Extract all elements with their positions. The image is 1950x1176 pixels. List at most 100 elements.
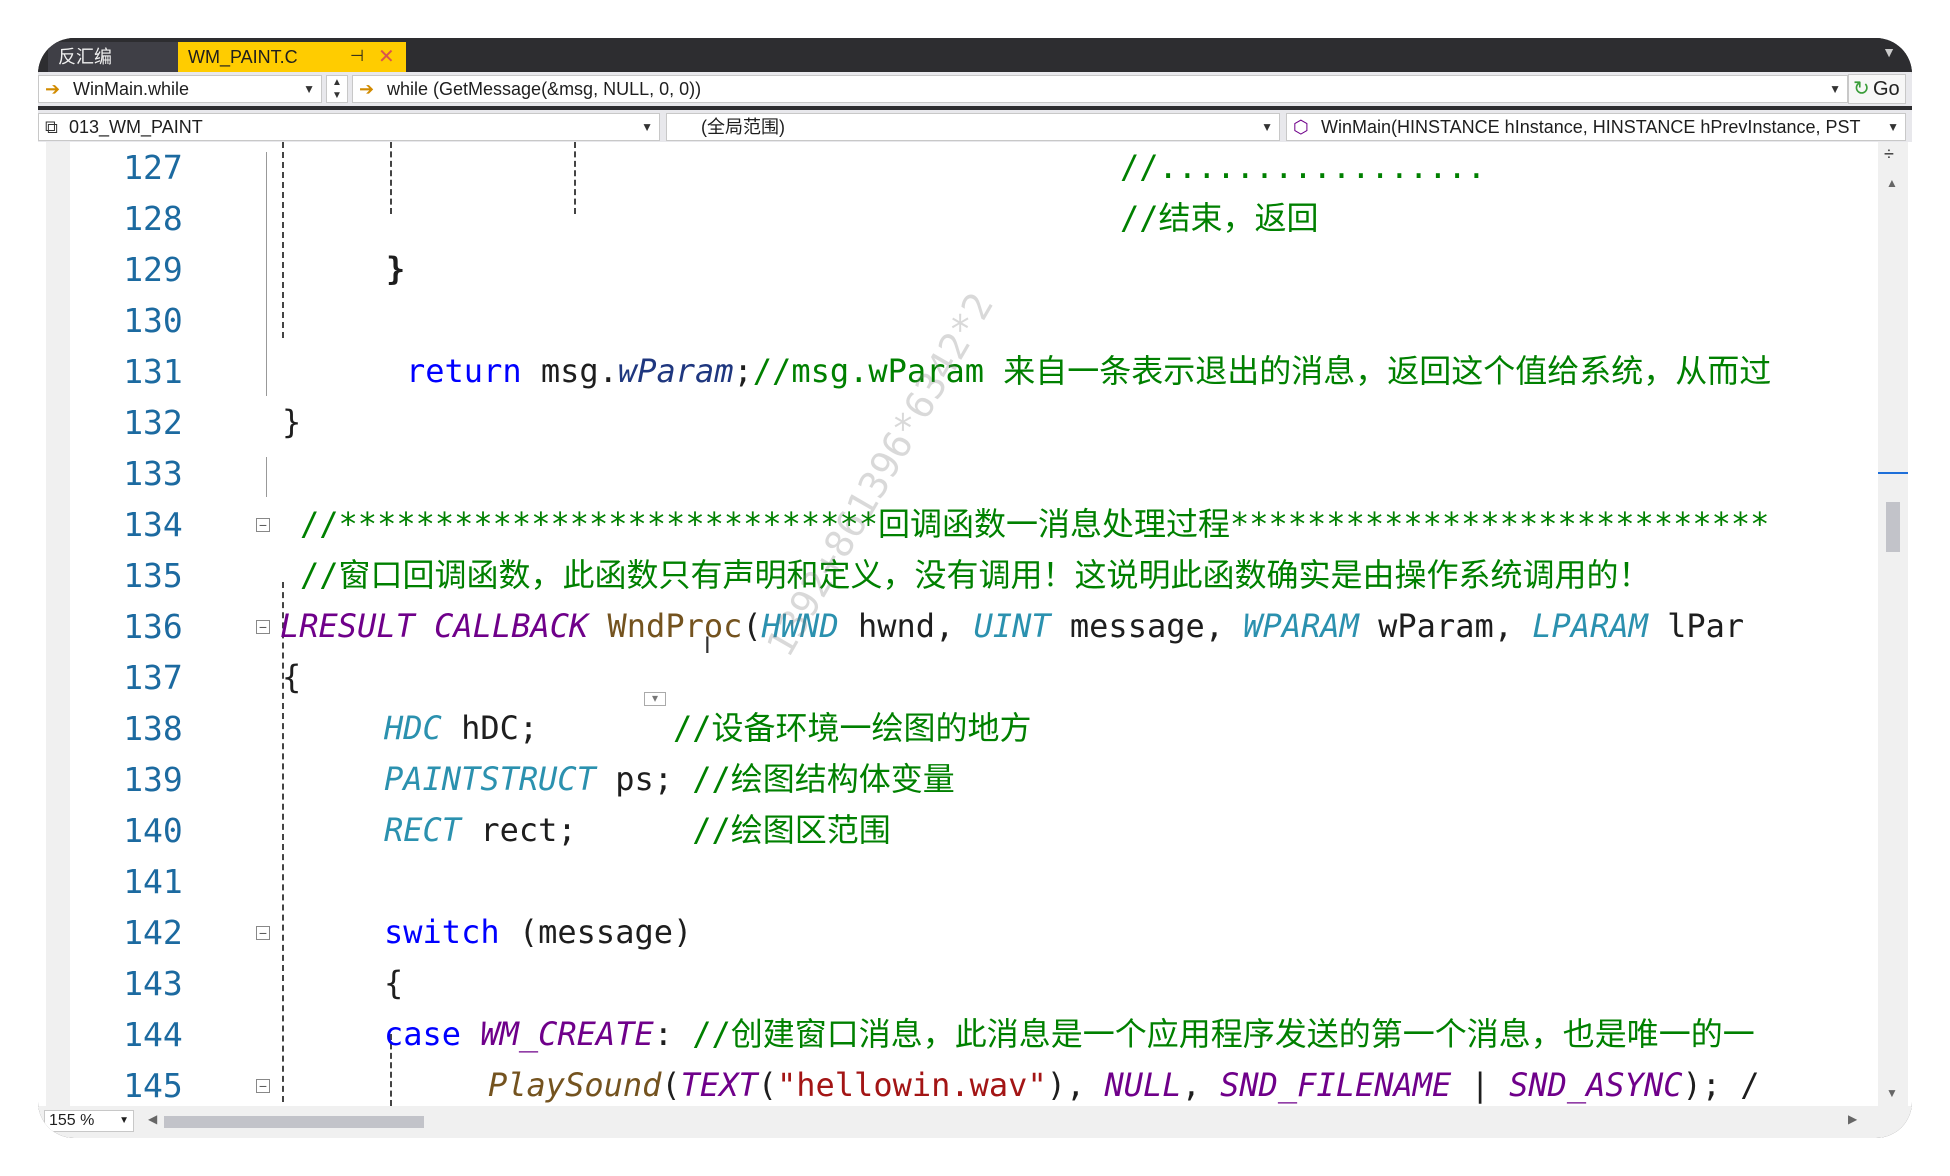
statement-dropdown[interactable]: ➔ while (GetMessage(&msg, NULL, 0, 0)) ▼ (352, 75, 1848, 103)
scroll-right-icon[interactable]: ▶ (1848, 1112, 1857, 1126)
tab-label: WM_PAINT.C (188, 47, 298, 67)
code-text: RECT rect; //绘图区范围 (384, 805, 891, 856)
punctuation: , (1181, 1066, 1221, 1104)
horizontal-scroll-thumb[interactable] (164, 1116, 424, 1128)
go-arrow-icon: ↻ (1853, 78, 1870, 100)
code-line: 134 − //****************************回调函数… (38, 499, 1878, 550)
line-number: 127 (123, 148, 183, 187)
code-text: HDC hDC; //设备环境一绘图的地方 (384, 703, 1032, 754)
line-number: 134 (123, 505, 183, 544)
code-text: PAINTSTRUCT ps; //绘图结构体变量 (384, 754, 955, 805)
macro: SND_FILENAME (1220, 1066, 1452, 1104)
identifier: ps; (595, 760, 693, 798)
code-line: 143 { (38, 958, 1878, 1009)
chevron-down-icon: ▼ (1887, 120, 1899, 134)
code-line: 137 { (38, 652, 1878, 703)
identifier: hDC; (441, 709, 673, 747)
type-name: HDC (384, 709, 442, 747)
project-dropdown[interactable]: ⧉ 013_WM_PAINT ▼ (38, 113, 660, 141)
code-line: 142 − switch (message) (38, 907, 1878, 958)
project-value: 013_WM_PAINT (69, 117, 203, 137)
range-dropdown[interactable]: (全局范围) ▼ (666, 113, 1280, 141)
line-number: 138 (123, 709, 183, 748)
function-dropdown[interactable]: ⬡ WinMain(HINSTANCE hInstance, HINSTANCE… (1286, 113, 1906, 141)
type-name: WPARAM (1243, 607, 1359, 645)
identifier: rect; (461, 811, 693, 849)
identifier: msg. (521, 352, 618, 390)
vertical-scroll-thumb[interactable] (1886, 502, 1900, 552)
line-number: 144 (123, 1015, 183, 1054)
zoom-value: 155 % (49, 1112, 95, 1129)
line-number: 139 (123, 760, 183, 799)
editor-status-bar: 155 % ▼ ◀ ▶ (38, 1106, 1912, 1138)
comment: //绘图结构体变量 (692, 760, 955, 798)
arrow-right-icon: ➔ (45, 79, 61, 99)
parameter: message, (1050, 607, 1244, 645)
punctuation: ( (757, 1066, 777, 1104)
tab-wm-paint-c[interactable]: WM_PAINT.C ⊣ ✕ (178, 42, 406, 72)
go-button[interactable]: ↻ Go (1848, 74, 1906, 104)
code-line: 133 (38, 448, 1878, 499)
code-line: 139 PAINTSTRUCT ps; //绘图结构体变量 (38, 754, 1878, 805)
keyword: case (384, 1015, 462, 1053)
line-number: 142 (123, 913, 183, 952)
line-number: 131 (123, 352, 183, 391)
statement-value: while (GetMessage(&msg, NULL, 0, 0)) (387, 79, 702, 99)
line-number: 132 (123, 403, 183, 442)
navigation-bar-top: ➔ WinMain.while ▼ ▲ ▼ ➔ while (GetMessage… (38, 72, 1912, 106)
macro: WM_CREATE (461, 1015, 654, 1053)
type-name: LRESULT (280, 607, 415, 645)
scroll-down-icon[interactable]: ▼ (1886, 1086, 1898, 1100)
caret-position-marker (1878, 472, 1908, 474)
type-name: LPARAM (1532, 607, 1648, 645)
collapse-icon[interactable]: − (256, 620, 270, 634)
identifier: (message) (499, 913, 693, 951)
opening-brace: { (384, 964, 404, 1002)
tab-disassembly[interactable]: 反汇编 (48, 42, 178, 72)
closing-brace: } (386, 250, 406, 288)
project-icon: ⧉ (45, 117, 58, 137)
line-number: 129 (123, 250, 183, 289)
chevron-down-icon: ▼ (1261, 120, 1273, 134)
code-editor[interactable]: 127 //................. 128 //结束，返回 129 … (38, 142, 1912, 1106)
code-text: LRESULT CALLBACK WndProc(HWND hwnd, UINT… (280, 601, 1744, 652)
tab-label: 反汇编 (58, 47, 112, 67)
punctuation: ); / (1682, 1066, 1760, 1104)
code-line: 140 RECT rect; //绘图区范围 (38, 805, 1878, 856)
parameter: wParam, (1358, 607, 1533, 645)
parameter: hwnd, (838, 607, 974, 645)
closing-brace: } (282, 403, 302, 441)
code-line: 145 − PlaySound(TEXT("hellowin.wav"), NU… (38, 1060, 1878, 1111)
code-line: 132 } (38, 397, 1878, 448)
collapse-icon[interactable]: − (256, 1079, 270, 1093)
close-icon[interactable]: ✕ (378, 42, 395, 72)
go-label: Go (1873, 78, 1900, 100)
scroll-left-icon[interactable]: ◀ (148, 1112, 157, 1126)
punctuation: : (653, 1015, 693, 1053)
collapse-icon[interactable]: − (256, 926, 270, 940)
scope-dropdown[interactable]: ➔ WinMain.while ▼ (38, 75, 322, 103)
keyword: switch (384, 913, 500, 951)
chevron-down-icon[interactable]: ▼ (1882, 44, 1896, 60)
scroll-up-icon[interactable]: ▲ (1886, 176, 1898, 190)
code-line: 129 } (38, 244, 1878, 295)
function-name: PlaySound (488, 1066, 662, 1104)
collapse-icon[interactable]: − (256, 518, 270, 532)
macro: SND_ASYNC (1509, 1066, 1683, 1104)
scope-spinner[interactable]: ▲ ▼ (326, 75, 348, 103)
zoom-dropdown[interactable]: 155 % ▼ (44, 1110, 134, 1132)
pin-icon[interactable]: ⊣ (350, 42, 364, 72)
function-icon: ⬡ (1293, 117, 1309, 137)
chevron-down-icon: ▼ (303, 82, 315, 96)
quick-info-chevron-icon[interactable]: ▾ (644, 692, 666, 706)
line-number: 133 (123, 454, 183, 493)
type-name: PAINTSTRUCT (384, 760, 596, 798)
code-line: 128 //结束，返回 (38, 193, 1878, 244)
punctuation: ( (661, 1066, 681, 1104)
opening-brace: { (282, 658, 302, 696)
split-icon[interactable]: ÷ (1884, 144, 1894, 165)
vertical-scrollbar[interactable]: ÷ ▲ ▼ (1878, 142, 1908, 1106)
comment: //设备环境一绘图的地方 (672, 709, 1032, 747)
document-tab-bar: 反汇编 WM_PAINT.C ⊣ ✕ ▼ (38, 38, 1912, 72)
type-name: UINT (973, 607, 1051, 645)
